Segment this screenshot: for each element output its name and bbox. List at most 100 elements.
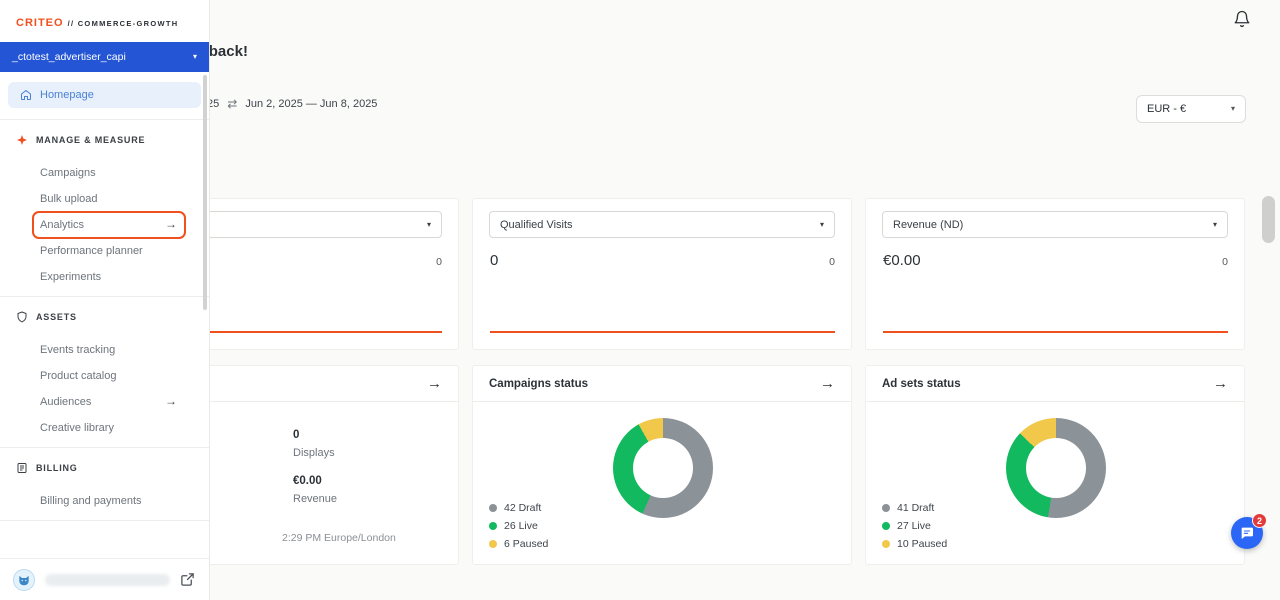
legend-dot bbox=[489, 504, 497, 512]
stat-value: €0.00 bbox=[293, 475, 322, 487]
sidebar-item-creative-library[interactable]: Creative library bbox=[0, 415, 209, 441]
legend-item: 10 Paused bbox=[882, 538, 947, 550]
metric-axis-value: 0 bbox=[829, 256, 835, 268]
legend-label: 27 Live bbox=[897, 520, 931, 532]
arrow-right-icon: → bbox=[165, 394, 177, 408]
section-title: ASSETS bbox=[36, 312, 77, 322]
sidebar-item-label: Product catalog bbox=[40, 370, 116, 382]
cat-avatar[interactable] bbox=[13, 569, 35, 591]
app-root: Welcome back! May 26, 2025 — Jun 1, 2025… bbox=[0, 0, 1280, 600]
sidebar-item-experiments[interactable]: Experiments bbox=[0, 264, 209, 290]
sidebar-item-homepage[interactable]: Homepage bbox=[8, 82, 201, 108]
sidebar: CRITEO // COMMERCE-GROWTH _ctotest_advert… bbox=[0, 0, 210, 600]
section-assets: ASSETS bbox=[0, 297, 209, 329]
chat-icon bbox=[1239, 525, 1255, 541]
chat-button[interactable]: 2 bbox=[1231, 517, 1263, 549]
sidebar-item-label: Creative library bbox=[40, 422, 114, 434]
caret-down-icon: ▾ bbox=[1231, 105, 1235, 113]
legend-item: 26 Live bbox=[489, 520, 548, 532]
sidebar-item-analytics[interactable]: Analytics → bbox=[0, 212, 209, 238]
date-range-current: Jun 2, 2025 — Jun 8, 2025 bbox=[245, 98, 377, 110]
ad-sets-status-card: Ad sets status → 41 Draft 27 Live 10 Pau… bbox=[865, 365, 1245, 565]
legend-dot bbox=[882, 522, 890, 530]
sidebar-item-label: Analytics bbox=[40, 219, 84, 231]
section-title: BILLING bbox=[36, 463, 78, 473]
sidebar-item-label: Campaigns bbox=[40, 167, 96, 179]
advertiser-selector[interactable]: _ctotest_advertiser_capi ▾ bbox=[0, 42, 209, 72]
sidebar-item-audiences[interactable]: Audiences → bbox=[0, 389, 209, 415]
metric-select-label: Qualified Visits bbox=[500, 219, 573, 231]
legend-dot bbox=[489, 540, 497, 548]
receipt-icon bbox=[16, 462, 28, 474]
section-title: MANAGE & MEASURE bbox=[36, 135, 145, 145]
swap-icon: ⇄ bbox=[227, 97, 237, 111]
metric-select-label: Revenue (ND) bbox=[893, 219, 963, 231]
currency-value: EUR - € bbox=[1147, 103, 1186, 115]
sidebar-item-events-tracking[interactable]: Events tracking bbox=[0, 337, 209, 363]
legend-item: 42 Draft bbox=[489, 502, 548, 514]
legend-dot bbox=[882, 504, 890, 512]
campaigns-status-card: Campaigns status → 42 Draft 26 Live 6 Pa… bbox=[472, 365, 852, 565]
metric-baseline bbox=[490, 331, 835, 333]
sidebar-item-product-catalog[interactable]: Product catalog bbox=[0, 363, 209, 389]
metric-card-revenue: Revenue (ND) ▾ €0.00 0 bbox=[865, 198, 1245, 350]
metric-card-qualified-visits: Qualified Visits ▾ 0 0 bbox=[472, 198, 852, 350]
card-title: Campaigns status bbox=[489, 378, 588, 390]
section-billing: BILLING bbox=[0, 448, 209, 480]
sidebar-item-label: Bulk upload bbox=[40, 193, 98, 205]
campaigns-status-donut bbox=[613, 418, 713, 518]
user-name-redacted bbox=[45, 574, 170, 586]
sidebar-item-label: Audiences bbox=[40, 396, 91, 408]
stat-label: Revenue bbox=[293, 493, 337, 505]
arrow-right-icon[interactable]: → bbox=[820, 376, 835, 391]
legend-dot bbox=[882, 540, 890, 548]
legend: 41 Draft 27 Live 10 Paused bbox=[882, 502, 947, 550]
metric-baseline bbox=[883, 331, 1228, 333]
sidebar-item-label: Performance planner bbox=[40, 245, 143, 257]
legend-label: 42 Draft bbox=[504, 502, 541, 514]
currency-dropdown[interactable]: EUR - € ▾ bbox=[1136, 95, 1246, 123]
user-row bbox=[0, 558, 209, 600]
metric-value: 0 bbox=[490, 252, 498, 269]
legend-label: 6 Paused bbox=[504, 538, 548, 550]
sidebar-item-label: Homepage bbox=[40, 89, 94, 101]
legend-item: 27 Live bbox=[882, 520, 947, 532]
chat-badge: 2 bbox=[1252, 513, 1267, 528]
logo-product: // COMMERCE-GROWTH bbox=[68, 19, 179, 28]
caret-down-icon: ▾ bbox=[1213, 221, 1217, 229]
metric-axis-value: 0 bbox=[436, 256, 442, 268]
arrow-right-icon[interactable]: → bbox=[1213, 376, 1228, 391]
sidebar-item-label: Events tracking bbox=[40, 344, 115, 356]
sidebar-item-label: Billing and payments bbox=[40, 495, 142, 507]
legend-label: 26 Live bbox=[504, 520, 538, 532]
legend-item: 41 Draft bbox=[882, 502, 947, 514]
page-scrollbar[interactable] bbox=[1262, 196, 1275, 243]
arrow-right-icon: → bbox=[165, 217, 177, 231]
caret-down-icon: ▾ bbox=[427, 221, 431, 229]
arrow-right-icon[interactable]: → bbox=[427, 376, 442, 391]
home-icon bbox=[20, 89, 32, 101]
bell-icon[interactable] bbox=[1233, 10, 1251, 28]
sidebar-item-billing-and-payments[interactable]: Billing and payments bbox=[0, 488, 209, 514]
criteo-logo: CRITEO // COMMERCE-GROWTH bbox=[0, 0, 209, 42]
sidebar-scrollbar[interactable] bbox=[203, 75, 207, 310]
legend-label: 10 Paused bbox=[897, 538, 947, 550]
advertiser-name: _ctotest_advertiser_capi bbox=[12, 51, 126, 63]
shield-icon bbox=[16, 311, 28, 323]
sidebar-item-campaigns[interactable]: Campaigns bbox=[0, 160, 209, 186]
sidebar-item-bulk-upload[interactable]: Bulk upload bbox=[0, 186, 209, 212]
last-updated: 2:29 PM Europe/London bbox=[282, 532, 396, 544]
ad-sets-status-donut bbox=[1006, 418, 1106, 518]
divider bbox=[0, 520, 209, 521]
section-manage-measure: MANAGE & MEASURE bbox=[0, 120, 209, 152]
metric-select[interactable]: Revenue (ND) ▾ bbox=[882, 211, 1228, 238]
external-link-icon[interactable] bbox=[180, 572, 196, 588]
sidebar-item-label: Experiments bbox=[40, 271, 101, 283]
sidebar-item-performance-planner[interactable]: Performance planner bbox=[0, 238, 209, 264]
card-title: Ad sets status bbox=[882, 378, 961, 390]
metric-select[interactable]: Qualified Visits ▾ bbox=[489, 211, 835, 238]
legend-item: 6 Paused bbox=[489, 538, 548, 550]
stat-label: Displays bbox=[293, 447, 335, 459]
legend: 42 Draft 26 Live 6 Paused bbox=[489, 502, 548, 550]
logo-text: CRITEO bbox=[16, 17, 64, 29]
